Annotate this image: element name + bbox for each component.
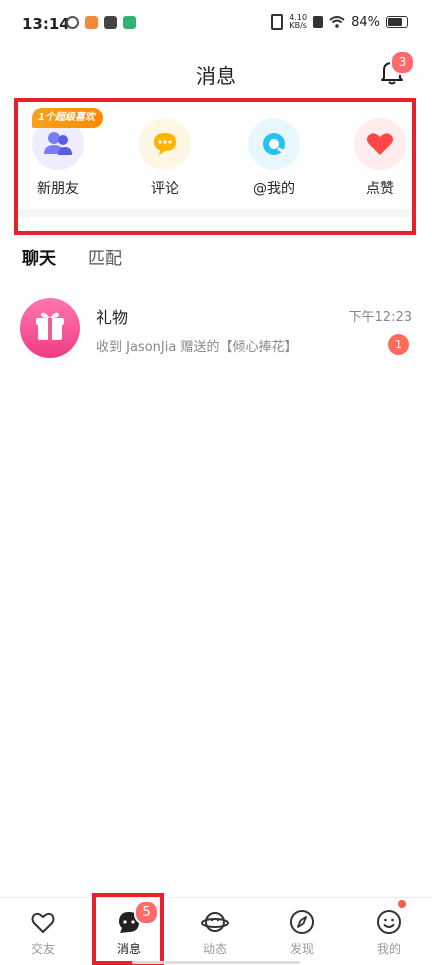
chat-preview: 收到 JasonJia 赠送的【倾心捧花】: [96, 340, 298, 355]
smiley-icon: [375, 908, 403, 936]
tab-chat[interactable]: 聊天: [22, 244, 56, 269]
tabbar-label-friends: 交友: [30, 942, 55, 956]
network-speed: 4.10 KB/s: [289, 14, 307, 30]
compass-icon: [288, 908, 316, 936]
comments-circle: [139, 118, 191, 170]
shortcuts-panel: 新朋友 1个超级喜欢 评论 @我的 点赞: [14, 98, 416, 235]
tabbar-item-discover[interactable]: 发现: [259, 898, 345, 965]
page-title: 消息: [196, 64, 236, 88]
tabbar-label-feed: 动态: [202, 942, 227, 956]
tabbar-label-me: 我的: [376, 942, 401, 956]
notification-icons: [66, 16, 136, 29]
shortcut-label-new-friends: 新朋友: [37, 181, 79, 197]
shortcut-mentions[interactable]: @我的: [234, 118, 314, 198]
section-divider: [18, 209, 412, 217]
cat-app-icon: [85, 16, 98, 29]
tabbar-item-friends[interactable]: 交友: [0, 898, 86, 965]
tabbar-label-discover: 发现: [289, 942, 314, 956]
shortcut-label-likes: 点赞: [366, 181, 394, 197]
shortcut-new-friends[interactable]: 新朋友: [18, 118, 98, 198]
shortcut-likes[interactable]: 点赞: [340, 118, 420, 198]
status-bar: 13:14 4.10 KB/s 84%: [0, 0, 432, 48]
bottom-tab-bar: 交友 消息 动态 发现 我的: [0, 893, 432, 965]
map-app-icon: [123, 16, 136, 29]
unread-badge: 1: [388, 334, 409, 355]
shortcut-label-comments: 评论: [151, 181, 179, 197]
battery-icon: [386, 16, 408, 28]
comment-icon: [154, 133, 176, 155]
gift-avatar: [20, 298, 80, 358]
planet-icon: [201, 908, 229, 936]
shortcut-label-mentions: @我的: [253, 181, 295, 197]
gift-icon: [36, 312, 64, 340]
chat-item-gift[interactable]: 礼物 收到 JasonJia 赠送的【倾心捧花】 下午12:23 1: [0, 292, 432, 364]
tab-match[interactable]: 匹配: [88, 244, 122, 269]
mentions-circle: [248, 118, 300, 170]
sync-icon: [66, 16, 79, 29]
bell-badge: 3: [390, 50, 415, 75]
chat-name: 礼物: [96, 308, 129, 327]
status-right: 4.10 KB/s 84%: [271, 14, 408, 30]
me-tab-dot: [398, 900, 406, 908]
no-sim-icon: [313, 16, 324, 28]
tabbar-item-me[interactable]: 我的: [346, 898, 432, 965]
heart-outline-icon: [29, 908, 57, 936]
status-time: 13:14: [22, 15, 70, 33]
speed-unit: KB/s: [289, 21, 307, 30]
wifi-icon: [329, 16, 345, 28]
vibrate-icon: [271, 14, 284, 30]
likes-circle: [354, 118, 406, 170]
at-icon: [263, 133, 286, 155]
bag-app-icon: [104, 16, 117, 29]
heart-icon: [367, 133, 393, 155]
super-like-tag: 1个超级喜欢: [32, 108, 103, 128]
header: 消息: [0, 48, 432, 96]
shortcut-comments[interactable]: 评论: [125, 118, 205, 198]
battery-percent: 84%: [351, 14, 380, 30]
message-tabs: 聊天 匹配: [22, 244, 122, 269]
chat-time: 下午12:23: [348, 310, 412, 325]
tabbar-item-feed[interactable]: 动态: [172, 898, 258, 965]
messages-tab-badge: 5: [134, 900, 159, 925]
